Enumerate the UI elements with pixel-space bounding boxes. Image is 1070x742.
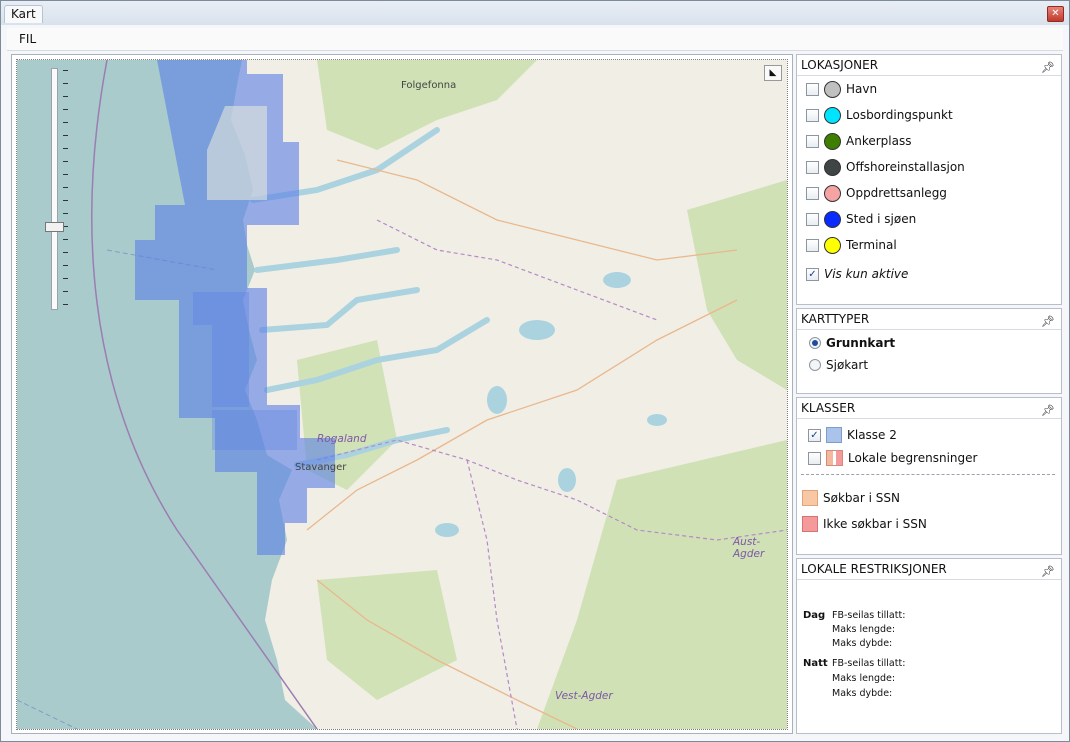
map-canvas[interactable]: Folgefonna Rogaland Stavanger Aust-Agder… (16, 59, 788, 730)
map-frame: Folgefonna Rogaland Stavanger Aust-Agder… (11, 54, 793, 734)
lokasjon-label: Oppdrettsanlegg (846, 186, 947, 200)
lokasjon-row[interactable]: Oppdrettsanlegg (806, 183, 947, 203)
lokale-begrensninger-row[interactable]: Lokale begrensninger (808, 448, 977, 468)
map-window: Kart ✕ FIL Folgefonna Rogaland Stavanger… (0, 0, 1070, 742)
map-label-vest-agder: Vest-Agder (555, 690, 613, 702)
restr-natt-line: Maks dybde: (832, 688, 893, 699)
menu-fil[interactable]: FIL (19, 32, 36, 46)
title-bar: Kart ✕ (1, 1, 1069, 25)
legend-sokbar: Søkbar i SSN (802, 488, 900, 508)
pin-icon[interactable]: 📌︎ (1041, 400, 1055, 421)
lokasjon-checkbox[interactable] (806, 82, 819, 96)
panel-title: KLASSER (801, 401, 856, 415)
pin-icon[interactable]: 📌︎ (1041, 561, 1055, 582)
klasse2-label: Klasse 2 (847, 428, 897, 442)
lokasjon-row[interactable]: Terminal (806, 235, 897, 255)
lokasjon-label: Offshoreinstallasjon (846, 160, 965, 174)
lokasjon-row[interactable]: Offshoreinstallasjon (806, 157, 965, 177)
radio-grunnkart-label: Grunnkart (826, 336, 896, 350)
pin-icon[interactable]: 📌︎ (1041, 311, 1055, 332)
lokale-begrensninger-swatch (826, 450, 843, 466)
menu-bar: FIL (7, 28, 1063, 51)
restr-natt-line: Maks lengde: (832, 673, 896, 684)
lokasjon-color-dot-icon (824, 236, 841, 254)
zoom-ticks (63, 70, 68, 306)
klasse2-row[interactable]: ✓ Klasse 2 (808, 425, 897, 445)
restr-natt-label: Natt (803, 658, 828, 669)
vis-kun-aktive-label: Vis kun aktive (824, 267, 909, 281)
pin-icon[interactable]: 📌︎ (1041, 57, 1055, 78)
window-title: Kart (4, 5, 43, 23)
lokasjon-checkbox[interactable] (806, 186, 819, 200)
lokasjon-color-dot-icon (824, 80, 841, 98)
zoom-thumb[interactable] (45, 222, 64, 232)
lokasjon-color-dot-icon (824, 184, 841, 202)
lokasjon-label: Terminal (846, 238, 897, 252)
lokasjon-checkbox[interactable] (806, 108, 819, 122)
legend-ikke-sokbar: Ikke søkbar i SSN (802, 514, 927, 534)
lokasjon-checkbox[interactable] (806, 134, 819, 148)
panel-klasser: KLASSER 📌︎ ✓ Klasse 2 Lokale begrensning… (796, 397, 1062, 555)
lokasjon-row[interactable]: Sted i sjøen (806, 209, 916, 229)
lokale-begrensninger-label: Lokale begrensninger (848, 451, 978, 465)
radio-grunnkart-control[interactable] (809, 337, 821, 349)
panel-lokasjoner-header: LOKASJONER 📌︎ (797, 55, 1061, 76)
vis-kun-aktive-row[interactable]: ✓ Vis kun aktive (806, 264, 908, 284)
lokasjon-color-dot-icon (824, 132, 841, 150)
lokasjon-label: Havn (846, 82, 878, 96)
map-label-stavanger: Stavanger (295, 462, 347, 473)
lokasjon-checkbox[interactable] (806, 212, 819, 226)
panel-klasser-header: KLASSER 📌︎ (797, 398, 1061, 419)
klasse2-swatch (826, 427, 842, 443)
panel-lokasjoner: LOKASJONER 📌︎ ✓ Vis kun aktive Havn Losbo… (796, 54, 1062, 305)
lokasjon-row[interactable]: Ankerplass (806, 131, 911, 151)
lokasjon-label: Ankerplass (846, 134, 912, 148)
lokasjon-checkbox[interactable] (806, 238, 819, 252)
panel-karttyper-header: KARTTYPER 📌︎ (797, 309, 1061, 330)
legend-ikke-sokbar-label: Ikke søkbar i SSN (823, 517, 927, 531)
lokasjon-color-dot-icon (824, 158, 841, 176)
restr-natt-line: FB-seilas tillatt: (832, 658, 906, 669)
radio-sjokart-label: Sjøkart (826, 358, 869, 372)
map-label-folgefonna: Folgefonna (401, 80, 457, 91)
lokasjon-label: Losbordingspunkt (846, 108, 953, 122)
lokale-begrensninger-checkbox[interactable] (808, 451, 821, 465)
lokasjon-row[interactable]: Losbordingspunkt (806, 105, 953, 125)
klasse2-checkbox[interactable]: ✓ (808, 428, 821, 442)
lokasjon-color-dot-icon (824, 106, 841, 124)
close-icon[interactable]: ✕ (1047, 6, 1064, 22)
map-label-aust-agder: Aust-Agder (733, 536, 765, 560)
restr-dag-line: Maks dybde: (832, 638, 893, 649)
lokasjon-color-dot-icon (824, 210, 841, 228)
lokasjon-label: Sted i sjøen (846, 212, 917, 226)
legend-sokbar-label: Søkbar i SSN (823, 491, 900, 505)
panel-lokale-restriksjoner: LOKALE RESTRIKSJONER 📌︎ Dag FB-seilas ti… (796, 558, 1062, 734)
lokasjon-row[interactable]: Havn (806, 79, 877, 99)
radio-sjokart-control[interactable] (809, 359, 821, 371)
panel-lokale-restriksjoner-header: LOKALE RESTRIKSJONER 📌︎ (797, 559, 1061, 580)
panel-title: LOKALE RESTRIKSJONER (801, 562, 947, 576)
lokasjon-checkbox[interactable] (806, 160, 819, 174)
zoom-slider[interactable] (37, 68, 68, 313)
panel-title: LOKASJONER (801, 58, 879, 72)
klasser-separator (801, 474, 1055, 475)
legend-ikke-sokbar-swatch (802, 516, 818, 532)
legend-sokbar-swatch (802, 490, 818, 506)
vis-kun-aktive-checkbox[interactable]: ✓ (806, 267, 819, 281)
restr-dag-line: FB-seilas tillatt: (832, 610, 906, 621)
radio-sjokart[interactable]: Sjøkart (809, 355, 868, 375)
panel-karttyper: KARTTYPER 📌︎ Grunnkart Sjøkart (796, 308, 1062, 394)
restr-dag-line: Maks lengde: (832, 624, 896, 635)
map-graphic (17, 60, 787, 729)
panel-title: KARTTYPER (801, 312, 870, 326)
radio-grunnkart[interactable]: Grunnkart (809, 333, 895, 353)
map-expand-icon[interactable]: ◣ (764, 65, 782, 81)
map-label-rogaland: Rogaland (317, 433, 367, 445)
restr-dag-label: Dag (803, 610, 826, 621)
zoom-track[interactable] (51, 68, 58, 310)
